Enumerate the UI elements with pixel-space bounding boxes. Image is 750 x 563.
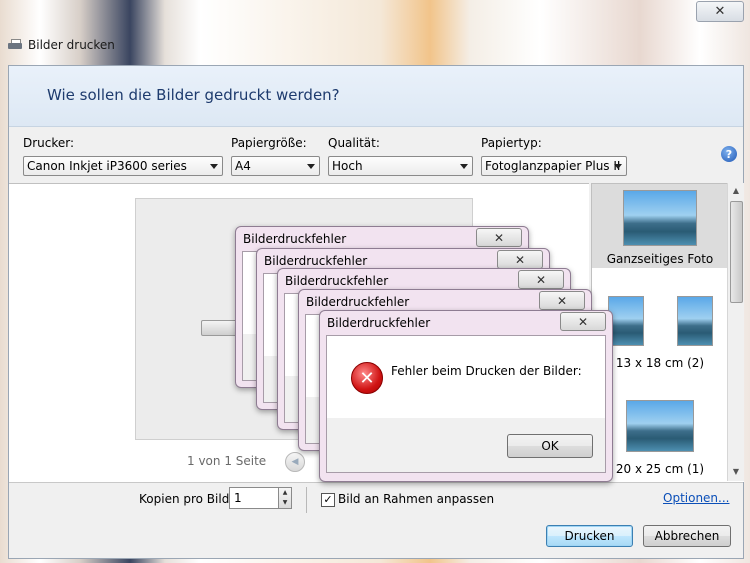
options-link[interactable]: Optionen... xyxy=(663,491,729,505)
paper-type-select-value: Fotoglanzpapier Plus II xyxy=(485,159,621,173)
error-close-button[interactable]: ✕ xyxy=(518,270,564,289)
page-count: 1 von 1 Seite xyxy=(187,454,267,468)
chevron-down-icon xyxy=(460,164,468,169)
paper-type-select[interactable]: Fotoglanzpapier Plus II xyxy=(481,156,627,176)
close-icon: ✕ xyxy=(493,230,505,245)
error-close-button[interactable]: ✕ xyxy=(497,250,543,269)
printer-label: Drucker: xyxy=(23,136,75,150)
window-titlebar: Bilder drucken xyxy=(8,36,115,54)
print-pictures-window: ✕ Bilder drucken Wie sollen die Bilder g… xyxy=(0,0,750,563)
window-title: Bilder drucken xyxy=(28,38,115,52)
layout-full-page[interactable]: Ganzseitiges Foto xyxy=(592,184,728,268)
close-icon: ✕ xyxy=(714,4,726,19)
fit-frame-checkbox[interactable]: ✓ xyxy=(321,493,335,507)
printer-icon xyxy=(8,39,22,51)
cancel-button[interactable]: Abbrechen xyxy=(643,525,731,547)
error-dialog-title: Bilderdruckfehler xyxy=(264,254,368,268)
help-icon[interactable]: ? xyxy=(721,146,737,162)
quality-select[interactable]: Hoch xyxy=(328,156,473,176)
close-icon: ✕ xyxy=(556,293,568,308)
error-dialog-title: Bilderdruckfehler xyxy=(285,274,389,288)
scroll-thumb[interactable] xyxy=(730,201,743,303)
window-close-button[interactable]: ✕ xyxy=(696,1,744,22)
paper-size-select-value: A4 xyxy=(235,159,251,173)
scroll-down-icon[interactable]: ▼ xyxy=(731,467,741,477)
page-title: Wie sollen die Bilder gedruckt werden? xyxy=(47,86,340,104)
error-close-button[interactable]: ✕ xyxy=(560,312,606,331)
chevron-down-icon xyxy=(307,164,315,169)
copies-input[interactable]: 1 xyxy=(229,487,279,509)
error-dialog-title: Bilderdruckfehler xyxy=(306,295,410,309)
paper-type-label: Papiertyp: xyxy=(481,136,542,150)
close-icon: ✕ xyxy=(514,252,526,267)
layout-thumbnail xyxy=(676,296,713,346)
error-icon: ✕ xyxy=(351,362,383,394)
error-close-button[interactable]: ✕ xyxy=(476,228,522,247)
prev-page-button[interactable]: ◀ xyxy=(285,452,305,472)
paper-size-select[interactable]: A4 xyxy=(231,156,320,176)
error-dialog-body: ✕ Fehler beim Drucken der Bilder: OK xyxy=(326,335,606,473)
error-close-button[interactable]: ✕ xyxy=(539,291,585,310)
layout-thumbnail xyxy=(623,190,697,246)
help-glyph: ? xyxy=(725,147,733,161)
ok-button[interactable]: OK xyxy=(507,434,593,458)
stepper-down-icon[interactable]: ▼ xyxy=(279,498,291,508)
printer-select[interactable]: Canon Inkjet iP3600 series xyxy=(23,156,223,176)
header-band: Wie sollen die Bilder gedruckt werden? xyxy=(9,66,743,127)
chevron-down-icon xyxy=(614,164,622,169)
printer-select-value: Canon Inkjet iP3600 series xyxy=(27,159,187,173)
error-dialog-title: Bilderdruckfehler xyxy=(243,232,347,246)
button-row: Drucken Abbrechen xyxy=(9,517,743,558)
chevron-left-icon: ◀ xyxy=(291,457,299,467)
layout-list: Ganzseitiges Foto 13 x 18 cm (2) 20 x 25… xyxy=(591,183,744,482)
close-icon: ✕ xyxy=(535,272,547,287)
close-icon: ✕ xyxy=(577,314,589,329)
fit-frame-label: Bild an Rahmen anpassen xyxy=(338,492,495,506)
chevron-down-icon xyxy=(210,164,218,169)
paper-size-label: Papiergröße: xyxy=(231,136,307,150)
options-row: Kopien pro Bild: 1 ▲ ▼ ✓ Bild an Rahmen … xyxy=(9,482,743,517)
error-dialog-front: Bilderdruckfehler ✕ ✕ Fehler beim Drucke… xyxy=(319,310,613,482)
error-dialog-title: Bilderdruckfehler xyxy=(327,316,431,330)
copies-label: Kopien pro Bild: xyxy=(139,492,234,506)
scroll-up-icon[interactable]: ▲ xyxy=(731,186,741,196)
quality-label: Qualität: xyxy=(328,136,380,150)
quality-select-value: Hoch xyxy=(332,159,363,173)
copies-stepper[interactable]: ▲ ▼ xyxy=(278,487,292,509)
stepper-up-icon[interactable]: ▲ xyxy=(279,488,291,498)
layout-thumbnail xyxy=(626,400,694,452)
layout-label: Ganzseitiges Foto xyxy=(606,252,714,266)
print-button[interactable]: Drucken xyxy=(546,525,633,547)
divider xyxy=(306,487,307,513)
layout-scrollbar[interactable]: ▲ ▼ xyxy=(727,183,744,481)
error-message: Fehler beim Drucken der Bilder: xyxy=(391,364,582,378)
